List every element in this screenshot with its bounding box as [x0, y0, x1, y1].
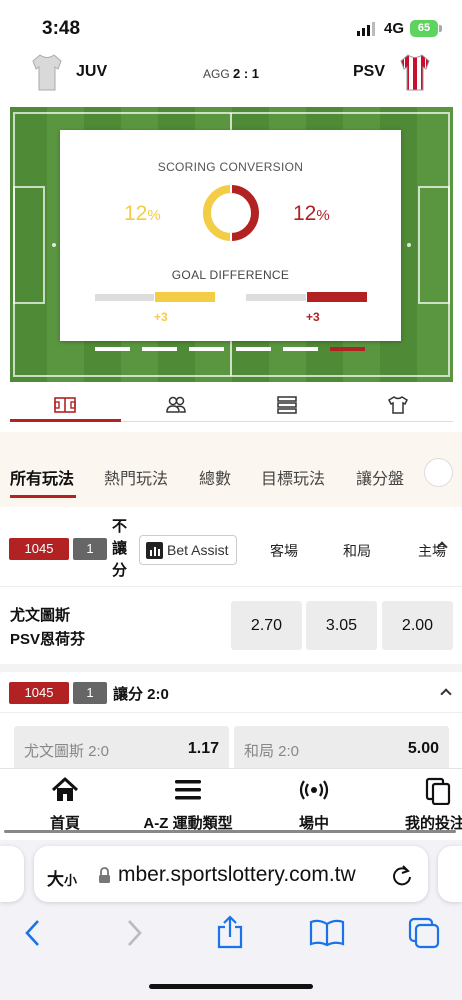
status-time: 3:48	[42, 18, 81, 39]
aggregate-score: AGG 2 : 1	[0, 66, 462, 81]
team-a-name: 尤文圖斯	[10, 607, 71, 624]
bet-assist-button[interactable]: Bet Assist	[139, 535, 237, 565]
odds-button-draw[interactable]: 3.05	[306, 601, 377, 650]
carousel-dots[interactable]	[95, 347, 365, 351]
tab-handicap[interactable]: 讓分盤	[356, 465, 404, 489]
more-tabs-button[interactable]	[424, 458, 453, 487]
odds-button-away[interactable]: 2.70	[231, 601, 302, 650]
nav-sports-az[interactable]: A-Z 運動類型	[133, 777, 243, 833]
section-divider	[0, 664, 462, 672]
carousel-dot[interactable]	[283, 347, 318, 351]
home-gd-bar-bg	[95, 294, 154, 301]
agg-value: 2 : 1	[233, 66, 260, 81]
battery-tip	[439, 25, 442, 32]
battery-icon: 65	[410, 20, 438, 37]
stats-card: SCORING CONVERSION 12% 12% GOAL DIFFEREN…	[60, 130, 401, 341]
pitch-icon	[54, 396, 77, 413]
market-type-label: 不讓分	[112, 518, 128, 579]
text-size-button[interactable]: 大小	[47, 865, 77, 890]
home-goal-difference: +3	[154, 310, 168, 324]
col-draw: 和局	[343, 543, 371, 559]
network-type: 4G	[384, 20, 405, 37]
filter-tabs: 所有玩法 熱門玩法 總數 目標玩法 讓分盤	[0, 432, 462, 507]
conversion-donut	[203, 185, 259, 241]
view-tabs	[10, 388, 453, 422]
players-icon	[166, 396, 186, 413]
market-count-badge: 1	[73, 538, 107, 560]
scoring-conversion-title: SCORING CONVERSION	[157, 160, 304, 174]
bet-assist-label: Bet Assist	[167, 542, 229, 558]
signal-icon	[357, 22, 375, 36]
tab-all-markets[interactable]: 所有玩法	[10, 465, 74, 489]
odds-button-home[interactable]: 2.00	[382, 601, 453, 650]
away-team-name: PSV	[353, 63, 386, 80]
chevron-up-icon[interactable]	[440, 688, 452, 700]
nav-home[interactable]: 首頁	[44, 777, 86, 833]
market-count-badge: 1	[73, 682, 107, 704]
home-icon	[51, 777, 79, 801]
live-icon	[299, 780, 329, 800]
market-id-badge: 1045	[9, 682, 69, 704]
active-tab-underline	[10, 495, 76, 498]
next-tab-card[interactable]	[438, 846, 462, 902]
away-conversion-pct: 12%	[293, 202, 330, 225]
market-id-badge: 1045	[9, 538, 69, 560]
prev-tab-card[interactable]	[0, 846, 24, 902]
divider	[0, 586, 462, 587]
nav-live[interactable]: 場中	[292, 777, 336, 833]
tab-pitch[interactable]	[10, 388, 121, 422]
away-gd-bar-bg	[246, 294, 306, 301]
tab-popular[interactable]: 熱門玩法	[104, 465, 168, 489]
share-icon[interactable]	[215, 915, 245, 949]
carousel-dot[interactable]	[189, 347, 224, 351]
menu-icon	[175, 780, 201, 800]
match-teams: 尤文圖斯 PSV恩荷芬	[10, 604, 85, 652]
market-label: 讓分 2:0	[113, 686, 169, 703]
agg-label: AGG	[202, 67, 230, 81]
home-gd-bar	[155, 292, 215, 302]
selection-name: 尤文圖斯 2:0	[24, 743, 110, 760]
selection-odd: 5.00	[407, 740, 439, 757]
col-away: 客場	[270, 543, 298, 559]
tab-list[interactable]	[232, 388, 343, 421]
selection-button[interactable]: 和局 2:0 5.00	[234, 726, 449, 772]
tab-players[interactable]	[121, 388, 232, 421]
carousel-dot[interactable]	[236, 347, 271, 351]
back-icon[interactable]	[22, 918, 44, 948]
tab-goals[interactable]: 目標玩法	[261, 465, 325, 489]
bottom-nav: 首頁 A-Z 運動類型 場中 我的投注	[0, 768, 462, 838]
selection-odd: 1.17	[187, 740, 219, 757]
url-text[interactable]: mber.sportslottery.com.tw	[118, 863, 356, 887]
horizontal-scrollbar[interactable]	[4, 830, 456, 833]
team-b-name: PSV恩荷芬	[10, 631, 86, 648]
home-conversion-pct: 12%	[124, 202, 161, 225]
tab-lineup[interactable]	[342, 388, 453, 421]
goal-difference-title: GOAL DIFFERENCE	[171, 268, 290, 282]
carousel-dot-active[interactable]	[330, 347, 365, 351]
forward-icon[interactable]	[123, 918, 145, 948]
away-goal-difference: +3	[306, 310, 320, 324]
carousel-dot[interactable]	[142, 347, 177, 351]
tab-totals[interactable]: 總數	[199, 465, 231, 489]
selection-button[interactable]: 尤文圖斯 2:0 1.17	[14, 726, 229, 772]
bets-icon	[425, 777, 451, 806]
home-indicator	[149, 984, 313, 989]
carousel-dot[interactable]	[95, 347, 130, 351]
list-icon	[277, 395, 297, 414]
shirt-icon	[387, 395, 408, 414]
bookmarks-icon[interactable]	[309, 918, 345, 948]
reload-icon[interactable]	[390, 862, 414, 888]
away-shirt-icon	[400, 54, 430, 91]
tabs-icon[interactable]	[407, 916, 441, 950]
bar-chart-icon	[146, 541, 163, 559]
lock-icon	[99, 867, 110, 883]
away-gd-bar	[307, 292, 367, 302]
divider	[0, 712, 462, 713]
nav-my-bets[interactable]: 我的投注	[405, 777, 462, 833]
selection-name: 和局 2:0	[244, 743, 300, 760]
